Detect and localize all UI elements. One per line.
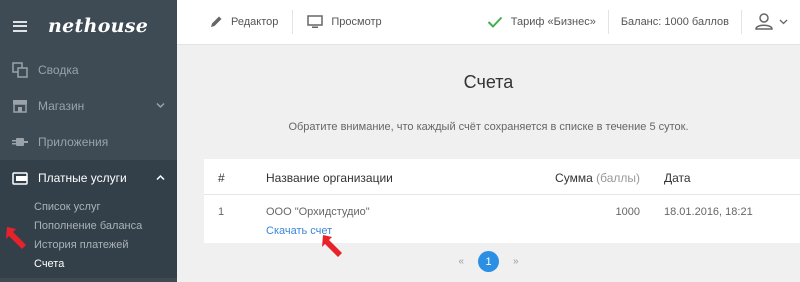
- preview-label: Просмотр: [331, 16, 382, 28]
- notice-text: Обратите внимание, что каждый счёт сохра…: [288, 121, 689, 133]
- chevron-down-icon: [779, 16, 788, 28]
- logo[interactable]: nethouse: [48, 15, 148, 37]
- pagination-next[interactable]: »: [513, 256, 519, 267]
- annotation-arrow-icon: [6, 227, 26, 249]
- cell-sum: 1000: [615, 206, 640, 218]
- balance-label: Баланс: 1000 баллов: [620, 16, 729, 28]
- annotation-arrow-icon: [322, 235, 342, 257]
- sidebar-item-label: Сводка: [38, 63, 79, 77]
- cell-org: ООО "Орхидстудио": [266, 206, 370, 218]
- table-row: 1 ООО "Орхидстудио" 1000 18.01.2016, 18:…: [204, 195, 800, 243]
- editor-label: Редактор: [231, 16, 279, 28]
- check-icon: [487, 16, 503, 28]
- sidebar-item-paid-services[interactable]: Платные услуги: [0, 160, 177, 196]
- pencil-icon: [209, 15, 223, 29]
- tariff-label: Тариф «Бизнес»: [510, 16, 596, 28]
- editor-button[interactable]: Редактор: [177, 0, 292, 45]
- main-content: Счета Обратите внимание, что каждый счёт…: [177, 45, 800, 282]
- chevron-up-icon: [156, 173, 165, 184]
- header-num: #: [218, 171, 225, 185]
- cell-date: 18.01.2016, 18:21: [664, 206, 753, 218]
- pagination-page-1[interactable]: 1: [478, 251, 499, 272]
- squares-icon: [11, 62, 29, 78]
- page-title: Счета: [463, 72, 514, 92]
- sidebar-item-apps[interactable]: Приложения: [0, 124, 177, 160]
- pagination-prev[interactable]: «: [458, 256, 464, 267]
- header-org: Название организации: [266, 171, 393, 185]
- topbar: Редактор Просмотр Тариф «Бизнес» Баланс:…: [177, 0, 800, 45]
- pagination: « 1 »: [177, 251, 800, 272]
- header-date: Дата: [664, 171, 691, 185]
- sidebar-item-label: Приложения: [38, 135, 109, 149]
- invoices-table: # Название организации Сумма (баллы) Дат…: [204, 159, 800, 243]
- monitor-icon: [307, 15, 324, 29]
- table-header: # Название организации Сумма (баллы) Дат…: [204, 159, 800, 195]
- balance[interactable]: Баланс: 1000 баллов: [609, 0, 741, 45]
- preview-button[interactable]: Просмотр: [293, 0, 395, 45]
- sidebar-item-label: Платные услуги: [38, 171, 127, 185]
- chevron-down-icon: [156, 101, 165, 112]
- header-sum: Сумма (баллы): [555, 171, 640, 185]
- store-icon: [11, 98, 29, 114]
- sidebar-item-label: Магазин: [38, 99, 85, 113]
- plug-icon: [11, 134, 29, 150]
- hamburger-icon[interactable]: [13, 20, 27, 32]
- user-icon: [754, 12, 774, 33]
- subnav-item-services-list[interactable]: Список услуг: [0, 198, 177, 217]
- tariff-link[interactable]: Тариф «Бизнес»: [473, 0, 608, 45]
- header-sum-unit: (баллы): [596, 171, 640, 185]
- user-menu[interactable]: [742, 12, 800, 33]
- sidebar-item-summary[interactable]: Сводка: [0, 52, 177, 88]
- sidebar-item-store[interactable]: Магазин: [0, 88, 177, 124]
- wallet-icon: [11, 170, 29, 186]
- brand-bar: nethouse: [0, 0, 177, 52]
- cell-num: 1: [218, 206, 225, 218]
